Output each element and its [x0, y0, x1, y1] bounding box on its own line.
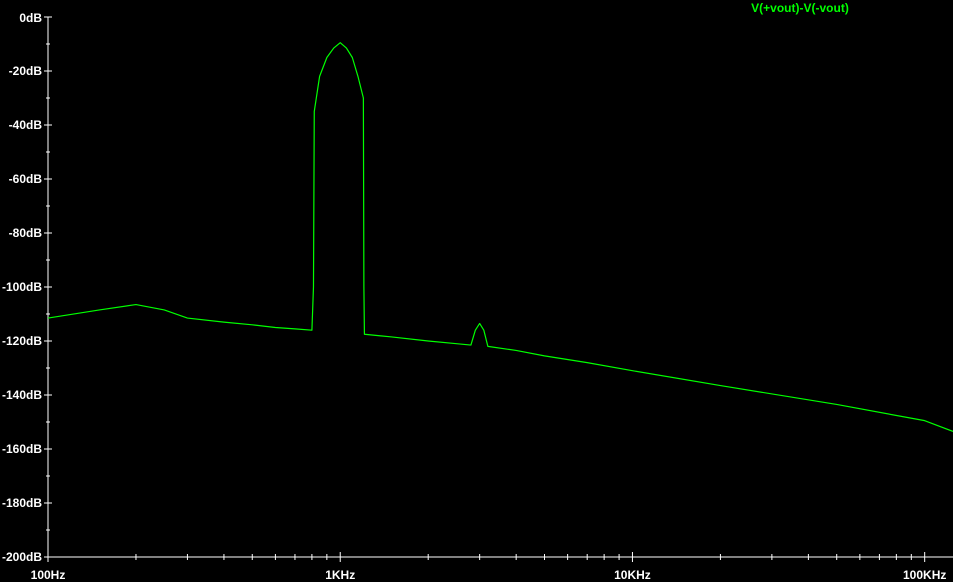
- x-tick-label: 1KHz: [325, 568, 355, 582]
- x-tick-label: 100KHz: [903, 568, 946, 582]
- series-line: [47, 42, 953, 433]
- x-tick-label: 10KHz: [614, 568, 651, 582]
- legend-series-label[interactable]: V(+vout)-V(-vout): [751, 1, 849, 15]
- y-tick-label: 0dB: [19, 11, 42, 25]
- x-tick-label: 100Hz: [31, 568, 66, 582]
- axes: [47, 17, 953, 558]
- plot-area: 100Hz 1KHz 10KHz 100KHz 0dB -20dB -40dB -60dB -…: [2, 1, 953, 582]
- y-tick-label: -60dB: [9, 172, 43, 186]
- y-tick-label: -160dB: [2, 442, 42, 456]
- y-tick-label: -140dB: [2, 388, 42, 402]
- series-layer: [47, 42, 953, 433]
- y-tick-label: -40dB: [9, 118, 43, 132]
- y-axis-ticks: 0dB -20dB -40dB -60dB -80dB -100dB -120dB -140d…: [2, 11, 52, 564]
- y-tick-label: -20dB: [9, 64, 43, 78]
- y-tick-label: -200dB: [2, 550, 42, 564]
- y-tick-label: -120dB: [2, 334, 42, 348]
- y-tick-label: -80dB: [9, 226, 43, 240]
- y-tick-label: -180dB: [2, 496, 42, 510]
- y-tick-label: -100dB: [2, 280, 42, 294]
